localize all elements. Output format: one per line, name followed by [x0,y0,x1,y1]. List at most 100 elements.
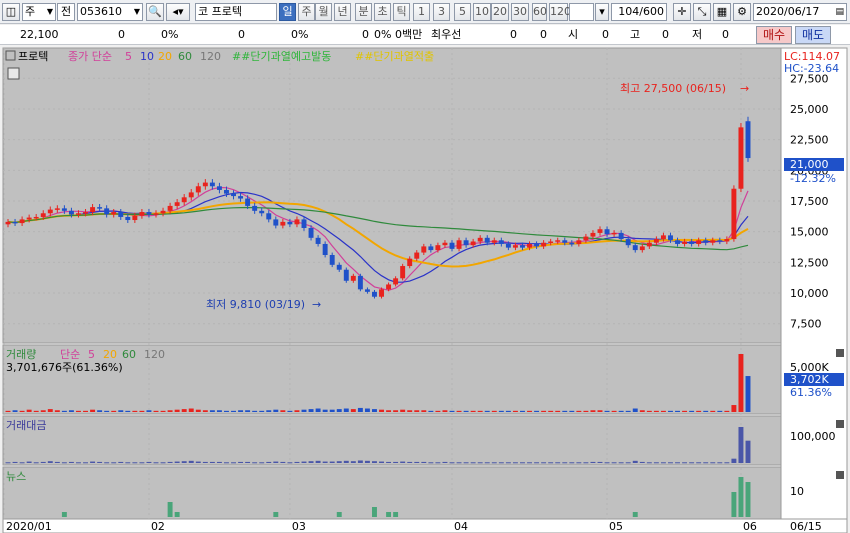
current-volume: 3,702K [790,373,829,386]
amount-bar [12,461,18,463]
volume-bar [597,410,603,412]
stock-name-field[interactable]: 코 프로텍 [195,3,277,21]
timeframe-6[interactable]: 틱 [393,3,410,21]
amount-bar [604,462,610,464]
volume-bar [308,409,314,412]
candle-body [696,240,702,244]
amount-bar [498,462,504,464]
timeframe-1[interactable]: 주 [298,3,315,21]
volume-bar [146,410,152,412]
minute-20[interactable]: 20 [491,3,509,21]
amount-bar [428,462,434,464]
close-icon[interactable] [836,471,844,479]
minute-60[interactable]: 60 [532,3,547,21]
volume-bar [224,410,229,412]
amount-bar [442,461,448,463]
minute-3[interactable]: 3 [433,3,450,21]
minute-1[interactable]: 1 [413,3,430,21]
volume-bar [238,410,244,412]
volume-bar [259,410,265,412]
candle-body [209,182,215,187]
top-toolbar: ◫ 주 ▼ 전 053610 ▼ 🔍 ◂▾ 코 프로텍 일 주 월 년 분 초 틱 1 3 5 10 20… [0,0,850,24]
date-field[interactable]: 2020/06/17 ▤ [753,3,847,21]
code-input[interactable]: 053610 ▼ [77,3,143,21]
table-icon[interactable] [7,67,20,80]
amount-bar [414,461,420,463]
close-icon[interactable] [836,420,844,428]
candle-body [555,240,561,242]
candle-body [132,215,138,221]
amount-bar [653,462,659,464]
minute-10[interactable]: 10 [473,3,491,21]
volume-bar [188,408,194,412]
amount-bar [146,461,152,463]
news-bar [745,482,751,517]
timeframe-5[interactable]: 초 [374,3,391,21]
candle-body [491,240,497,243]
close-icon[interactable] [836,349,844,357]
candle-body [364,289,370,292]
vol-ma-5: 5 [88,348,95,361]
search-icon[interactable]: 🔍 [146,3,164,21]
candle-body [703,240,709,243]
candle-body [745,121,751,159]
minute-5[interactable]: 5 [454,3,471,21]
crosshair-icon[interactable]: ✛ [673,3,691,21]
timeframe-0[interactable]: 일 [279,3,296,21]
window-menu-icon[interactable]: ◫ [2,3,20,21]
blank-select[interactable] [569,3,594,21]
amount-bar [491,462,497,464]
speaker-icon[interactable]: ◂▾ [166,3,190,21]
volume-bar [470,410,476,412]
candle-body [76,213,81,215]
volume-bar [442,410,448,412]
amount-bar [576,462,582,464]
low-annotation: 최저 9,810 (03/19) [206,298,305,311]
market-value: 주 [25,5,36,18]
value-6: 0 [540,28,547,41]
volume-bar [111,410,117,412]
candle-body [315,237,321,244]
timeframe-4[interactable]: 분 [355,3,372,21]
zoom-icon[interactable]: ⤡ [693,3,711,21]
volume-bar [583,410,589,412]
value-4: 0백만 [395,28,423,41]
market-select[interactable]: 주 ▼ [22,3,56,21]
volume-bar [195,409,201,412]
stock-chart[interactable]: 프로텍 종가 단순 5 10 20 60 120 ##단기과열예고발동 ##단기… [0,46,850,533]
volume-bar [202,410,208,412]
amount-bar [287,462,293,464]
timeframe-2[interactable]: 월 [315,3,332,21]
amount-bar [167,461,173,463]
prev-button[interactable]: 전 [57,3,75,21]
volume-bar [125,410,131,412]
candle-body [111,212,117,215]
candle-body [245,198,251,206]
buy-button[interactable]: 매수 [756,26,792,44]
sell-button[interactable]: 매도 [795,26,831,44]
candle-body [597,229,603,233]
x-axis-label: 02 [151,520,165,533]
candle-body [505,243,511,248]
candle-body [731,188,737,240]
gear-icon[interactable]: ⚙ [733,3,751,21]
amount-bar [541,462,547,464]
grid-icon[interactable]: ▦ [713,3,731,21]
candle-body [569,242,575,245]
news-bar [167,502,173,517]
candle-body [583,236,589,241]
volume-bar [294,410,300,412]
timeframe-3[interactable]: 년 [334,3,351,21]
amount-bar [400,461,406,463]
x-cursor-date: 06/15 [790,520,822,533]
amount-bar [118,461,124,463]
minute-30[interactable]: 30 [511,3,529,21]
chevron-down-icon[interactable]: ▾ [595,3,609,21]
vol-ma-120: 120 [144,348,165,361]
count-field[interactable]: 104/600 [611,3,667,21]
candle-body [527,243,532,248]
minute-120[interactable]: 120 [549,3,571,21]
volume-bar [703,410,709,412]
candle-body [153,213,159,215]
candle-body [231,193,236,197]
